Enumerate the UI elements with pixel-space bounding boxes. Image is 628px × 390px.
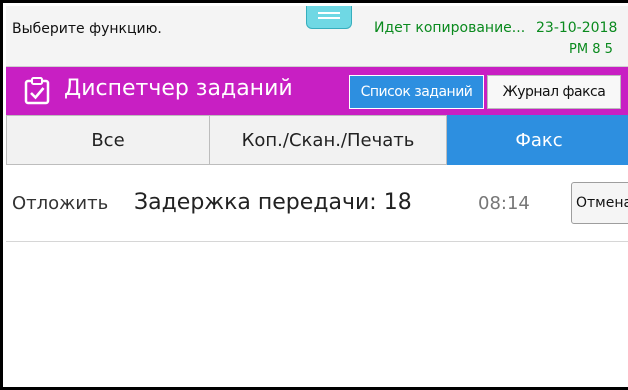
copy-status-text: Идет копирование... (374, 20, 526, 36)
job-list-empty-area (6, 242, 628, 387)
handle-line (318, 12, 340, 14)
job-list-button[interactable]: Список заданий (349, 75, 484, 109)
job-time: 08:14 (478, 193, 530, 214)
status-bar: Выберите функцию. Идет копирование... 23… (6, 6, 628, 67)
status-time: PM 8 5 (569, 42, 613, 57)
clipboard-check-icon (24, 77, 50, 105)
tab-copy-scan-print[interactable]: Коп./Скан./Печать (210, 115, 447, 165)
job-type-tabs: Все Коп./Скан./Печать Факс (6, 115, 628, 165)
status-date: 23-10-2018 (536, 20, 618, 36)
status-prompt: Выберите функцию. (12, 21, 162, 37)
cancel-button[interactable]: Отмена (571, 182, 628, 224)
tab-fax[interactable]: Факс (447, 115, 628, 165)
handle-line (318, 17, 340, 19)
job-list-item[interactable]: Отложить Задержка передачи: 18 08:14 Отм… (6, 166, 628, 242)
status-pulldown-handle[interactable] (306, 6, 352, 29)
job-manager-header: Диспетчер заданий Список заданий Журнал … (6, 67, 628, 115)
job-status: Отложить (12, 193, 109, 214)
fax-log-button[interactable]: Журнал факса (487, 75, 621, 109)
job-name: Задержка передачи: 18 (134, 190, 412, 215)
page-title: Диспетчер заданий (64, 76, 293, 101)
screen-frame: Выберите функцию. Идет копирование... 23… (0, 0, 628, 390)
tab-all[interactable]: Все (6, 115, 210, 165)
